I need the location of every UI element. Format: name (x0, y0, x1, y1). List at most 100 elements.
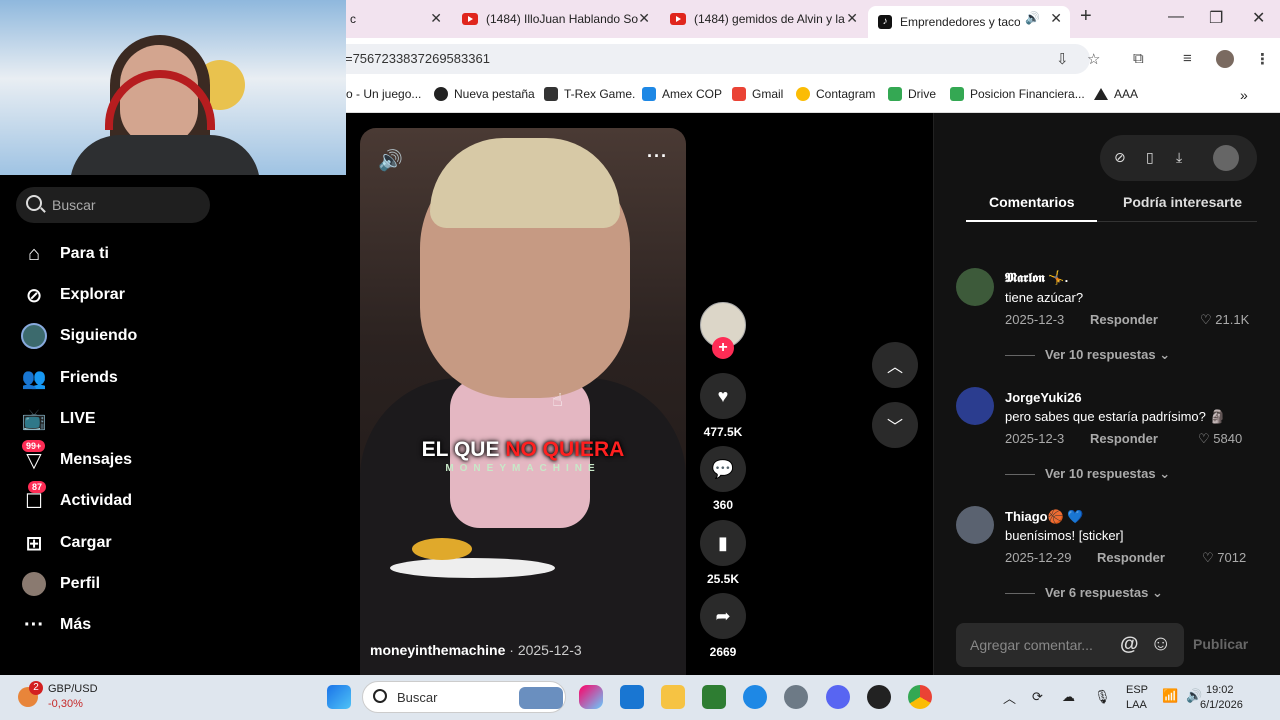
sidebar-item-actividad[interactable]: ☐ 87 Actividad (20, 481, 132, 516)
close-tab-icon[interactable]: ✕ (1050, 10, 1062, 27)
reply-button[interactable]: Responder (1090, 312, 1158, 327)
sync-icon[interactable]: ⟳ (1032, 689, 1043, 705)
tab-comentarios[interactable]: Comentarios (989, 194, 1075, 210)
comment-action[interactable]: 💬 360 (700, 446, 746, 512)
media-control-icon[interactable]: ≡ (1183, 50, 1192, 67)
more-options-icon[interactable]: ··· (647, 146, 668, 167)
comment-icon[interactable]: 💬 (700, 446, 746, 492)
close-tab-icon[interactable]: ✕ (846, 10, 858, 27)
previous-video-button[interactable]: ︿ (872, 342, 918, 388)
browser-tab[interactable]: (1484) IlloJuan Hablando So ✕ (452, 6, 658, 32)
sidebar-item-cargar[interactable]: ⊞ Cargar (20, 528, 112, 558)
close-window-icon[interactable]: ✕ (1252, 8, 1265, 28)
bookmark-item[interactable]: Nueva pestaña (434, 87, 535, 101)
view-replies-button[interactable]: Ver 10 respuestas ⌄ (1005, 466, 1170, 482)
emoji-icon[interactable]: ☺ (1150, 632, 1171, 656)
sidebar-item-mas[interactable]: ··· Más (20, 610, 91, 640)
bookmark-item[interactable]: Amex COP (642, 87, 722, 101)
search-input[interactable] (52, 187, 202, 223)
comment-box[interactable]: @ ☺ (956, 623, 1184, 667)
tab-podria-interesarte[interactable]: Podría interesarte (1123, 194, 1242, 210)
video-author[interactable]: moneyinthemachine (370, 642, 505, 658)
browser-tab[interactable]: (1484) gemidos de Alvin y la ✕ (660, 6, 866, 32)
language-code[interactable]: ESP (1126, 684, 1148, 696)
minimize-icon[interactable]: — (1168, 8, 1184, 26)
edge-icon[interactable] (743, 685, 767, 709)
sidebar-item-para-ti[interactable]: ⌂ Para ti (20, 239, 109, 269)
sidebar-item-perfil[interactable]: Perfil (20, 569, 100, 599)
bookmark-item[interactable]: Gmail (732, 87, 783, 101)
comment-avatar[interactable] (956, 387, 994, 425)
comment-input[interactable] (970, 623, 1120, 667)
view-replies-button[interactable]: Ver 10 respuestas ⌄ (1005, 347, 1170, 363)
volume-icon[interactable]: 🔊 (378, 148, 403, 173)
close-tab-icon[interactable]: ✕ (638, 10, 650, 27)
bookmark-star-icon[interactable]: ☆ (1087, 50, 1100, 68)
search-box[interactable] (16, 187, 210, 223)
close-tab-icon[interactable]: ✕ (430, 10, 442, 27)
store-icon[interactable] (702, 685, 726, 709)
bookmark-item[interactable]: Posicion Financiera... (950, 87, 1085, 101)
clock-time[interactable]: 19:02 (1206, 684, 1234, 696)
bookmark-icon[interactable]: ▮ (700, 520, 746, 566)
publish-button[interactable]: Publicar (1193, 636, 1248, 652)
wifi-icon[interactable]: 📶 (1162, 688, 1178, 704)
share-icon[interactable]: ➦ (700, 593, 746, 639)
tab-audio-icon[interactable]: 🔊 (1025, 11, 1040, 25)
comment-avatar[interactable] (956, 506, 994, 544)
save-action[interactable]: ▮ 25.5K (700, 520, 746, 586)
bookmark-item[interactable]: o - Un juego... (346, 87, 421, 101)
sidebar-item-explorar[interactable]: ⊘ Explorar (20, 280, 125, 310)
microphone-icon[interactable]: 🎙 (1094, 689, 1111, 705)
comment-like[interactable]: ♡ 21.1K (1200, 312, 1249, 328)
sidebar-item-siguiendo[interactable]: Siguiendo (20, 321, 137, 351)
video-player[interactable]: EL QUE NO QUIERA MONEYMACHINE 🔊 ··· mone… (360, 128, 686, 675)
new-tab-button[interactable]: + (1080, 5, 1092, 28)
bookmark-item[interactable]: Contagram (796, 87, 875, 101)
phone-icon[interactable]: ▯ (1146, 149, 1154, 166)
reply-button[interactable]: Responder (1097, 550, 1165, 565)
comment-like[interactable]: ♡ 7012 (1202, 550, 1246, 566)
sidebar-item-mensajes[interactable]: ▽ 99+ Mensajes (20, 440, 132, 475)
clock-date[interactable]: 6/1/2026 (1200, 699, 1243, 711)
comment-username[interactable]: JorgeYuki26 (1005, 390, 1082, 405)
extensions-icon[interactable]: ⧉ (1133, 50, 1144, 67)
mention-icon[interactable]: @ (1120, 634, 1139, 656)
obs-icon[interactable] (867, 685, 891, 709)
chrome-icon[interactable] (908, 685, 932, 709)
browser-tab-active[interactable]: ♪ Emprendedores y tacos 🔊 ✕ (868, 6, 1070, 38)
sidebar-item-friends[interactable]: 👥 Friends (20, 363, 118, 393)
reply-button[interactable]: Responder (1090, 431, 1158, 446)
taskbar-search[interactable]: Buscar (362, 681, 566, 713)
install-app-icon[interactable]: ⇩ (1056, 50, 1069, 68)
cloud-icon[interactable]: ☁ (1062, 689, 1075, 705)
share-action[interactable]: ➦ 2669 (700, 593, 746, 659)
outlook-icon[interactable] (620, 685, 644, 709)
bookmark-item[interactable]: T-Rex Game. (544, 87, 635, 101)
windows-start-icon[interactable] (327, 685, 351, 709)
heart-icon[interactable]: ♥ (700, 373, 746, 419)
comment-username[interactable]: Thiago🏀 💙 (1005, 509, 1084, 525)
comment-avatar[interactable] (956, 268, 994, 306)
profile-avatar-icon[interactable] (1216, 50, 1234, 68)
next-video-button[interactable]: ﹀ (872, 402, 918, 448)
user-avatar-icon[interactable] (1213, 145, 1239, 171)
stock-symbol[interactable]: GBP/USD (48, 683, 98, 695)
comment-like[interactable]: ♡ 5840 (1198, 431, 1242, 447)
bookmarks-overflow-icon[interactable]: » (1240, 87, 1248, 103)
comment-username[interactable]: 𝕸𝖆𝖗𝖑𝖔𝖓 🤸. (1005, 270, 1068, 286)
browser-menu-icon[interactable]: ⋮ (1255, 50, 1270, 68)
maximize-icon[interactable]: ❐ (1209, 8, 1223, 28)
settings-icon[interactable] (784, 685, 808, 709)
sidebar-item-live[interactable]: 📺 LIVE (20, 404, 96, 434)
copilot-icon[interactable] (579, 685, 603, 709)
discord-icon[interactable] (826, 685, 850, 709)
bookmark-item[interactable]: Drive (888, 87, 936, 101)
chevron-up-icon[interactable]: ︿ (1003, 688, 1016, 707)
download-icon[interactable]: ⤓ (1176, 149, 1182, 166)
bookmark-item[interactable]: AAA (1094, 87, 1138, 101)
like-action[interactable]: ♥ 477.5K (700, 373, 746, 439)
language-layout[interactable]: LAA (1126, 699, 1147, 711)
compass-icon[interactable]: ⊘ (1114, 149, 1126, 166)
view-replies-button[interactable]: Ver 6 respuestas ⌄ (1005, 585, 1163, 601)
